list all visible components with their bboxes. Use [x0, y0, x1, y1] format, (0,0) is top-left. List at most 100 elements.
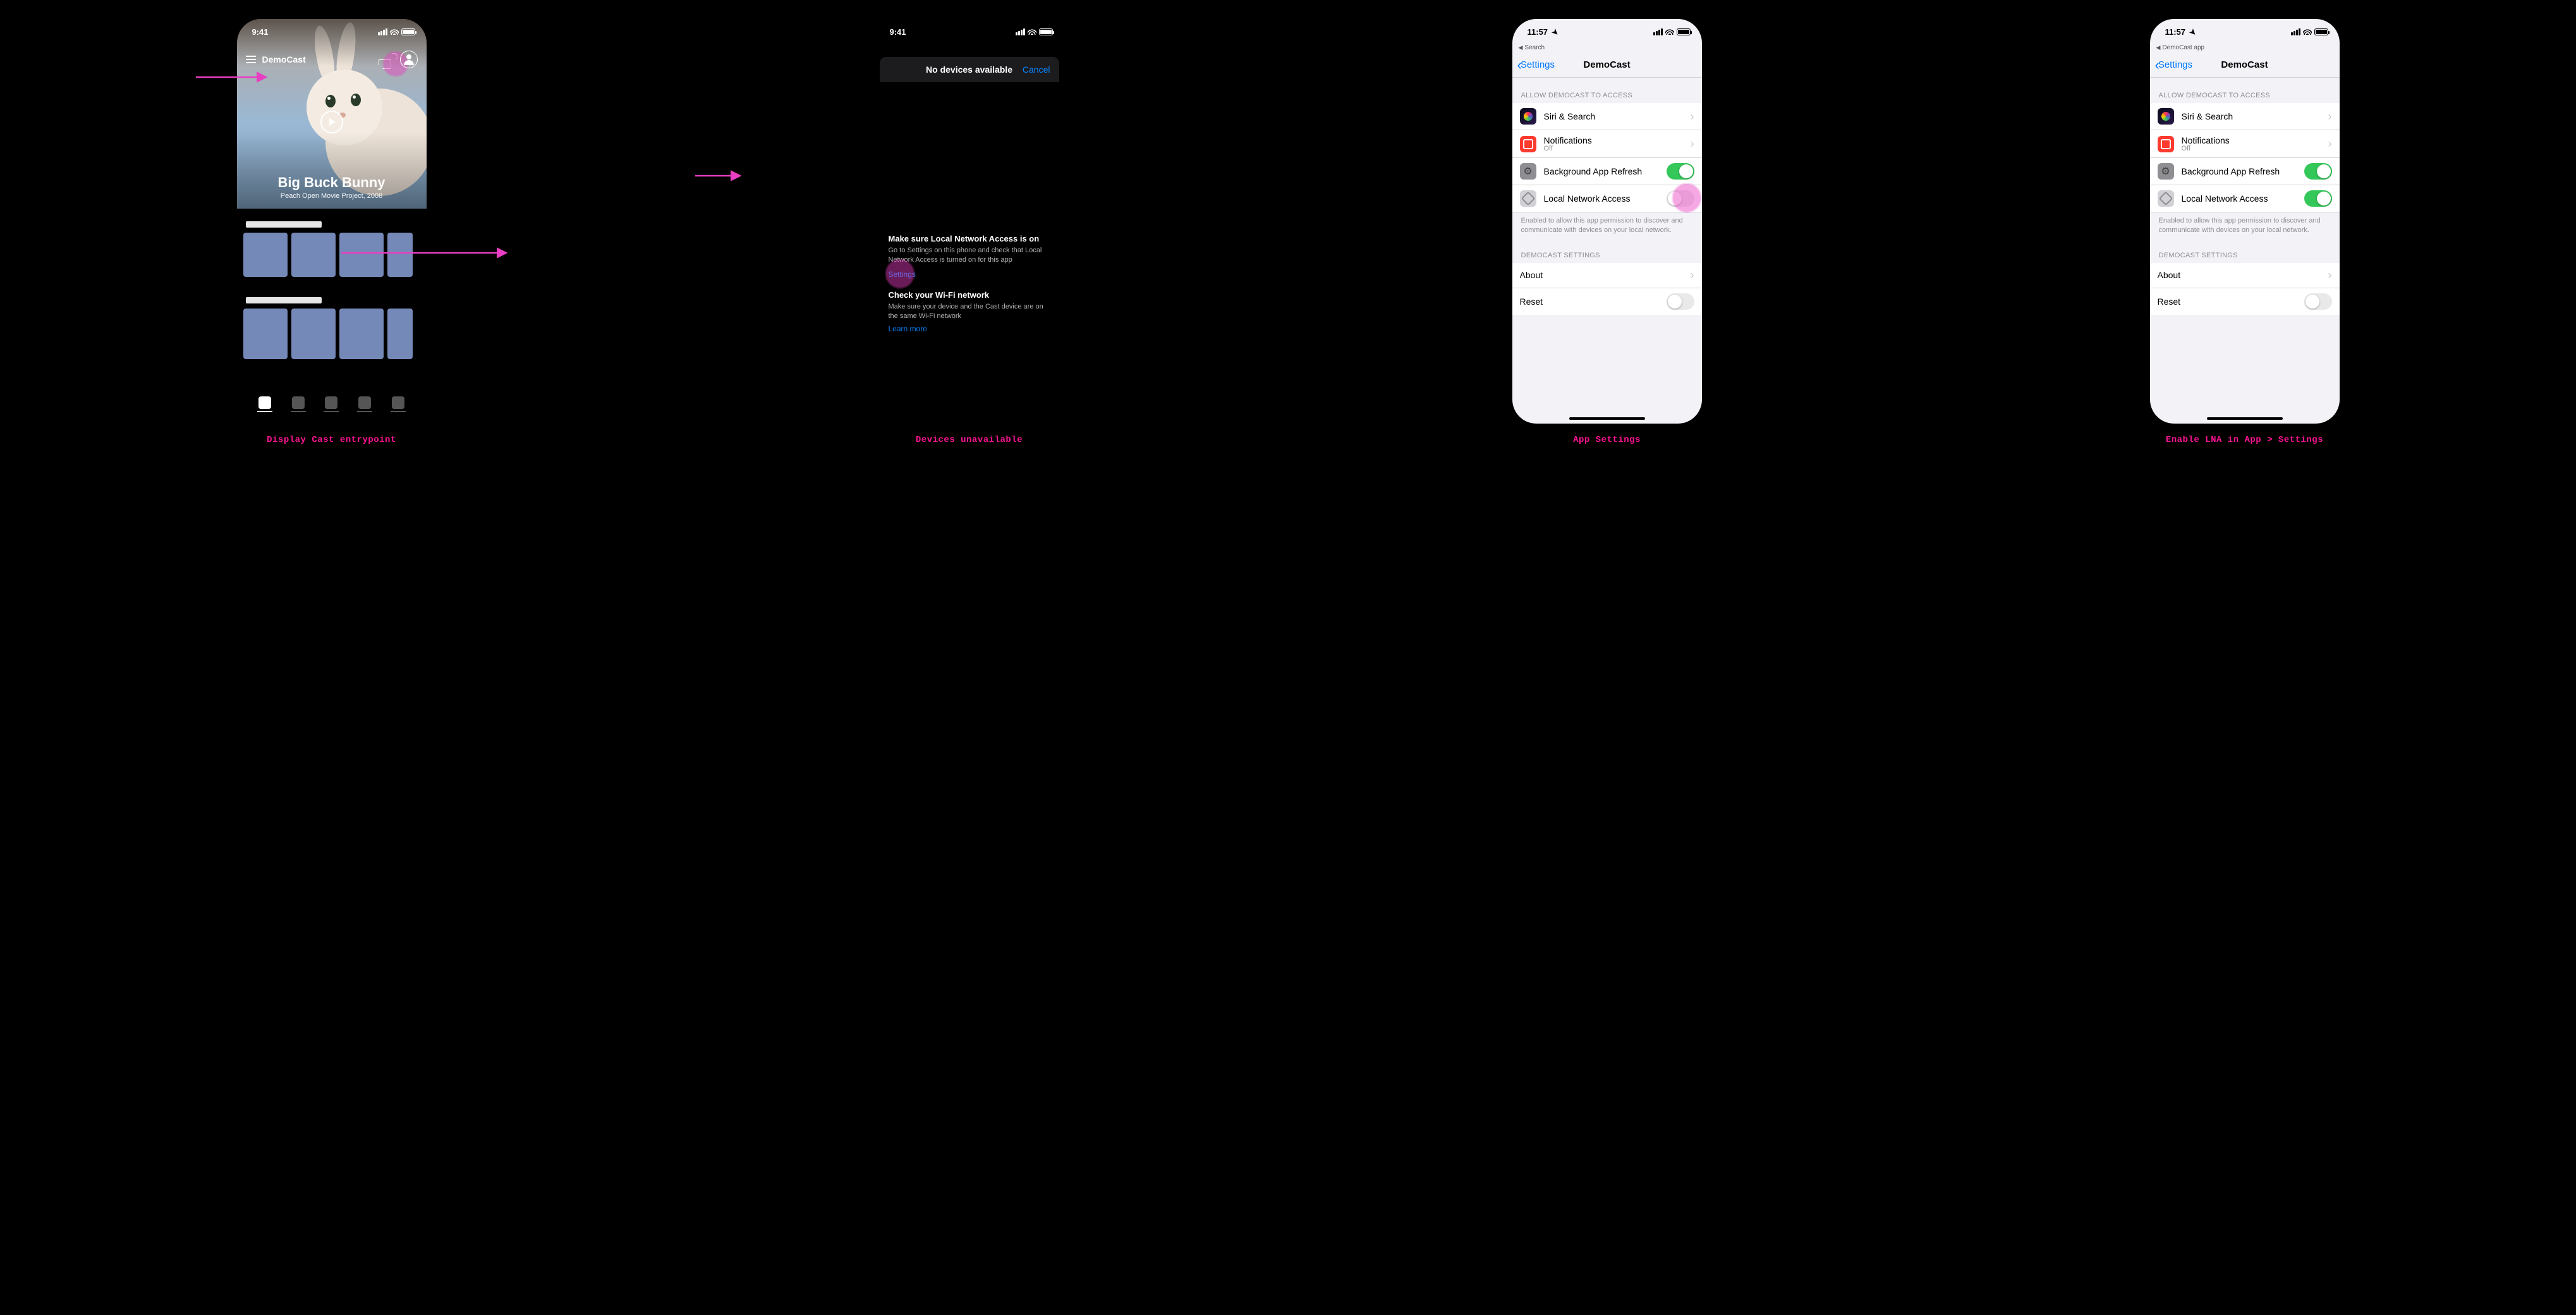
back-button[interactable]: ‹ Settings [1517, 58, 1555, 72]
wifi-help-text: Make sure your device and the Cast devic… [889, 302, 1050, 321]
status-bar: 11:57 ➤ [2150, 19, 2340, 44]
cancel-button[interactable]: Cancel [1023, 64, 1050, 75]
cell-reset[interactable]: Reset [1512, 288, 1702, 315]
cellular-icon [2291, 28, 2300, 35]
cell-label: Reset [1520, 297, 1543, 307]
cell-notifications[interactable]: Notifications Off › [2150, 130, 2340, 158]
app-top-bar: DemoCast [237, 51, 427, 68]
panel-display-cast: 9:41 DemoCast [237, 19, 427, 445]
section-header-access: ALLOW DEMOCAST TO ACCESS [2150, 78, 2340, 103]
breadcrumb[interactable]: ◀ Search [1512, 44, 1702, 52]
lna-footer-note: Enabled to allow this app permission to … [1512, 212, 1702, 238]
thumb-row-2[interactable] [243, 309, 420, 359]
cell-local-network-access[interactable]: Local Network Access [2150, 185, 2340, 212]
thumb-row-1[interactable] [243, 233, 420, 277]
hamburger-icon[interactable] [246, 56, 256, 63]
tab-3[interactable] [324, 396, 339, 412]
cell-label: Notifications [2182, 135, 2230, 145]
breadcrumb[interactable]: ◀ DemoCast app [2150, 44, 2340, 52]
switch-bg-refresh[interactable] [1667, 163, 1694, 180]
switch-lna[interactable] [2304, 190, 2332, 207]
cell-label: About [1520, 270, 1543, 280]
section-header-app: DEMOCAST SETTINGS [2150, 238, 2340, 263]
cell-local-network-access[interactable]: Local Network Access [1512, 185, 1702, 212]
location-icon: ➤ [2187, 27, 2198, 37]
home-indicator[interactable] [1569, 417, 1645, 420]
breadcrumb-label: Search [1524, 44, 1545, 51]
cell-label: Background App Refresh [2182, 166, 2280, 176]
panel-devices-unavailable: 9:41 No devices available Cancel Make su… [875, 19, 1064, 445]
cell-reset[interactable]: Reset [2150, 288, 2340, 315]
cellular-icon [378, 28, 387, 35]
panel-enable-lna: 11:57 ➤ ◀ DemoCast app ‹ Settings DemoCa [2150, 19, 2340, 445]
caption: Enable LNA in App > Settings [2166, 435, 2323, 445]
back-button[interactable]: ‹ Settings [2155, 58, 2193, 72]
cell-siri[interactable]: Siri & Search › [1512, 103, 1702, 130]
cell-background-refresh[interactable]: Background App Refresh [2150, 158, 2340, 185]
cell-label: About [2158, 270, 2181, 280]
switch-reset[interactable] [2304, 293, 2332, 310]
nav-bar: ‹ Settings DemoCast [2150, 52, 2340, 78]
phone-no-devices: 9:41 No devices available Cancel Make su… [875, 19, 1064, 424]
status-time: 11:57 [2165, 27, 2186, 37]
network-icon [1520, 190, 1536, 207]
home-indicator[interactable] [2207, 417, 2283, 420]
status-time: 9:41 [252, 27, 269, 37]
settings-link[interactable]: Settings [889, 270, 916, 279]
cell-siri[interactable]: Siri & Search › [2150, 103, 2340, 130]
wifi-icon [1665, 28, 1674, 35]
status-time: 11:57 [1528, 27, 1548, 37]
settings-list: ALLOW DEMOCAST TO ACCESS Siri & Search ›… [2150, 78, 2340, 315]
app-title: DemoCast [262, 54, 306, 64]
breadcrumb-label: DemoCast app [2162, 44, 2204, 51]
network-icon [2158, 190, 2174, 207]
cell-label: Notifications [1544, 135, 1592, 145]
cell-about[interactable]: About › [1512, 263, 1702, 288]
switch-reset[interactable] [1667, 293, 1694, 310]
lna-help-text: Go to Settings on this phone and check t… [889, 246, 1050, 265]
chevron-right-icon: › [1691, 269, 1694, 282]
nav-title: DemoCast [1583, 59, 1630, 70]
notifications-icon [2158, 136, 2174, 152]
help-content: Make sure Local Network Access is on Go … [875, 82, 1064, 333]
cell-background-refresh[interactable]: Background App Refresh [1512, 158, 1702, 185]
profile-button[interactable] [400, 51, 418, 68]
wifi-icon [390, 28, 399, 35]
cell-label: Local Network Access [2182, 193, 2268, 204]
tab-1[interactable] [257, 396, 272, 412]
cast-button[interactable] [389, 57, 394, 62]
tab-2[interactable] [291, 396, 306, 412]
status-bar: 11:57 ➤ [1512, 19, 1702, 44]
caption: Devices unavailable [916, 435, 1023, 445]
chevron-right-icon: › [1691, 137, 1694, 150]
hero-area: 9:41 DemoCast [237, 19, 427, 209]
cell-about[interactable]: About › [2150, 263, 2340, 288]
breadcrumb-back-icon: ◀ [2156, 44, 2161, 51]
tab-4[interactable] [357, 396, 372, 412]
wifi-icon [2303, 28, 2312, 35]
breadcrumb-back-icon: ◀ [1519, 44, 1523, 51]
battery-icon [1677, 28, 1691, 35]
play-button[interactable] [320, 111, 343, 133]
tab-5[interactable] [391, 396, 406, 412]
switch-bg-refresh[interactable] [2304, 163, 2332, 180]
cellular-icon [1653, 28, 1663, 35]
cell-notifications[interactable]: Notifications Off › [1512, 130, 1702, 158]
gear-icon [1520, 163, 1536, 180]
cast-dialog-header: No devices available Cancel [880, 57, 1059, 82]
cell-label: Local Network Access [1544, 193, 1631, 204]
battery-icon [401, 28, 415, 35]
content-rows [237, 209, 427, 359]
cell-label: Background App Refresh [1544, 166, 1643, 176]
phone-settings-lna-off: 11:57 ➤ ◀ Search ‹ Settings DemoCast [1512, 19, 1702, 424]
switch-lna[interactable] [1667, 190, 1694, 207]
row-title-placeholder [246, 297, 322, 303]
battery-icon [2314, 28, 2328, 35]
battery-icon [1039, 28, 1053, 35]
section-header-app: DEMOCAST SETTINGS [1512, 238, 1702, 263]
cell-sublabel: Off [2182, 145, 2230, 152]
learn-more-link[interactable]: Learn more [889, 324, 927, 333]
dialog-title: No devices available [926, 64, 1012, 75]
panel-app-settings: 11:57 ➤ ◀ Search ‹ Settings DemoCast [1512, 19, 1702, 445]
cell-label: Reset [2158, 297, 2181, 307]
